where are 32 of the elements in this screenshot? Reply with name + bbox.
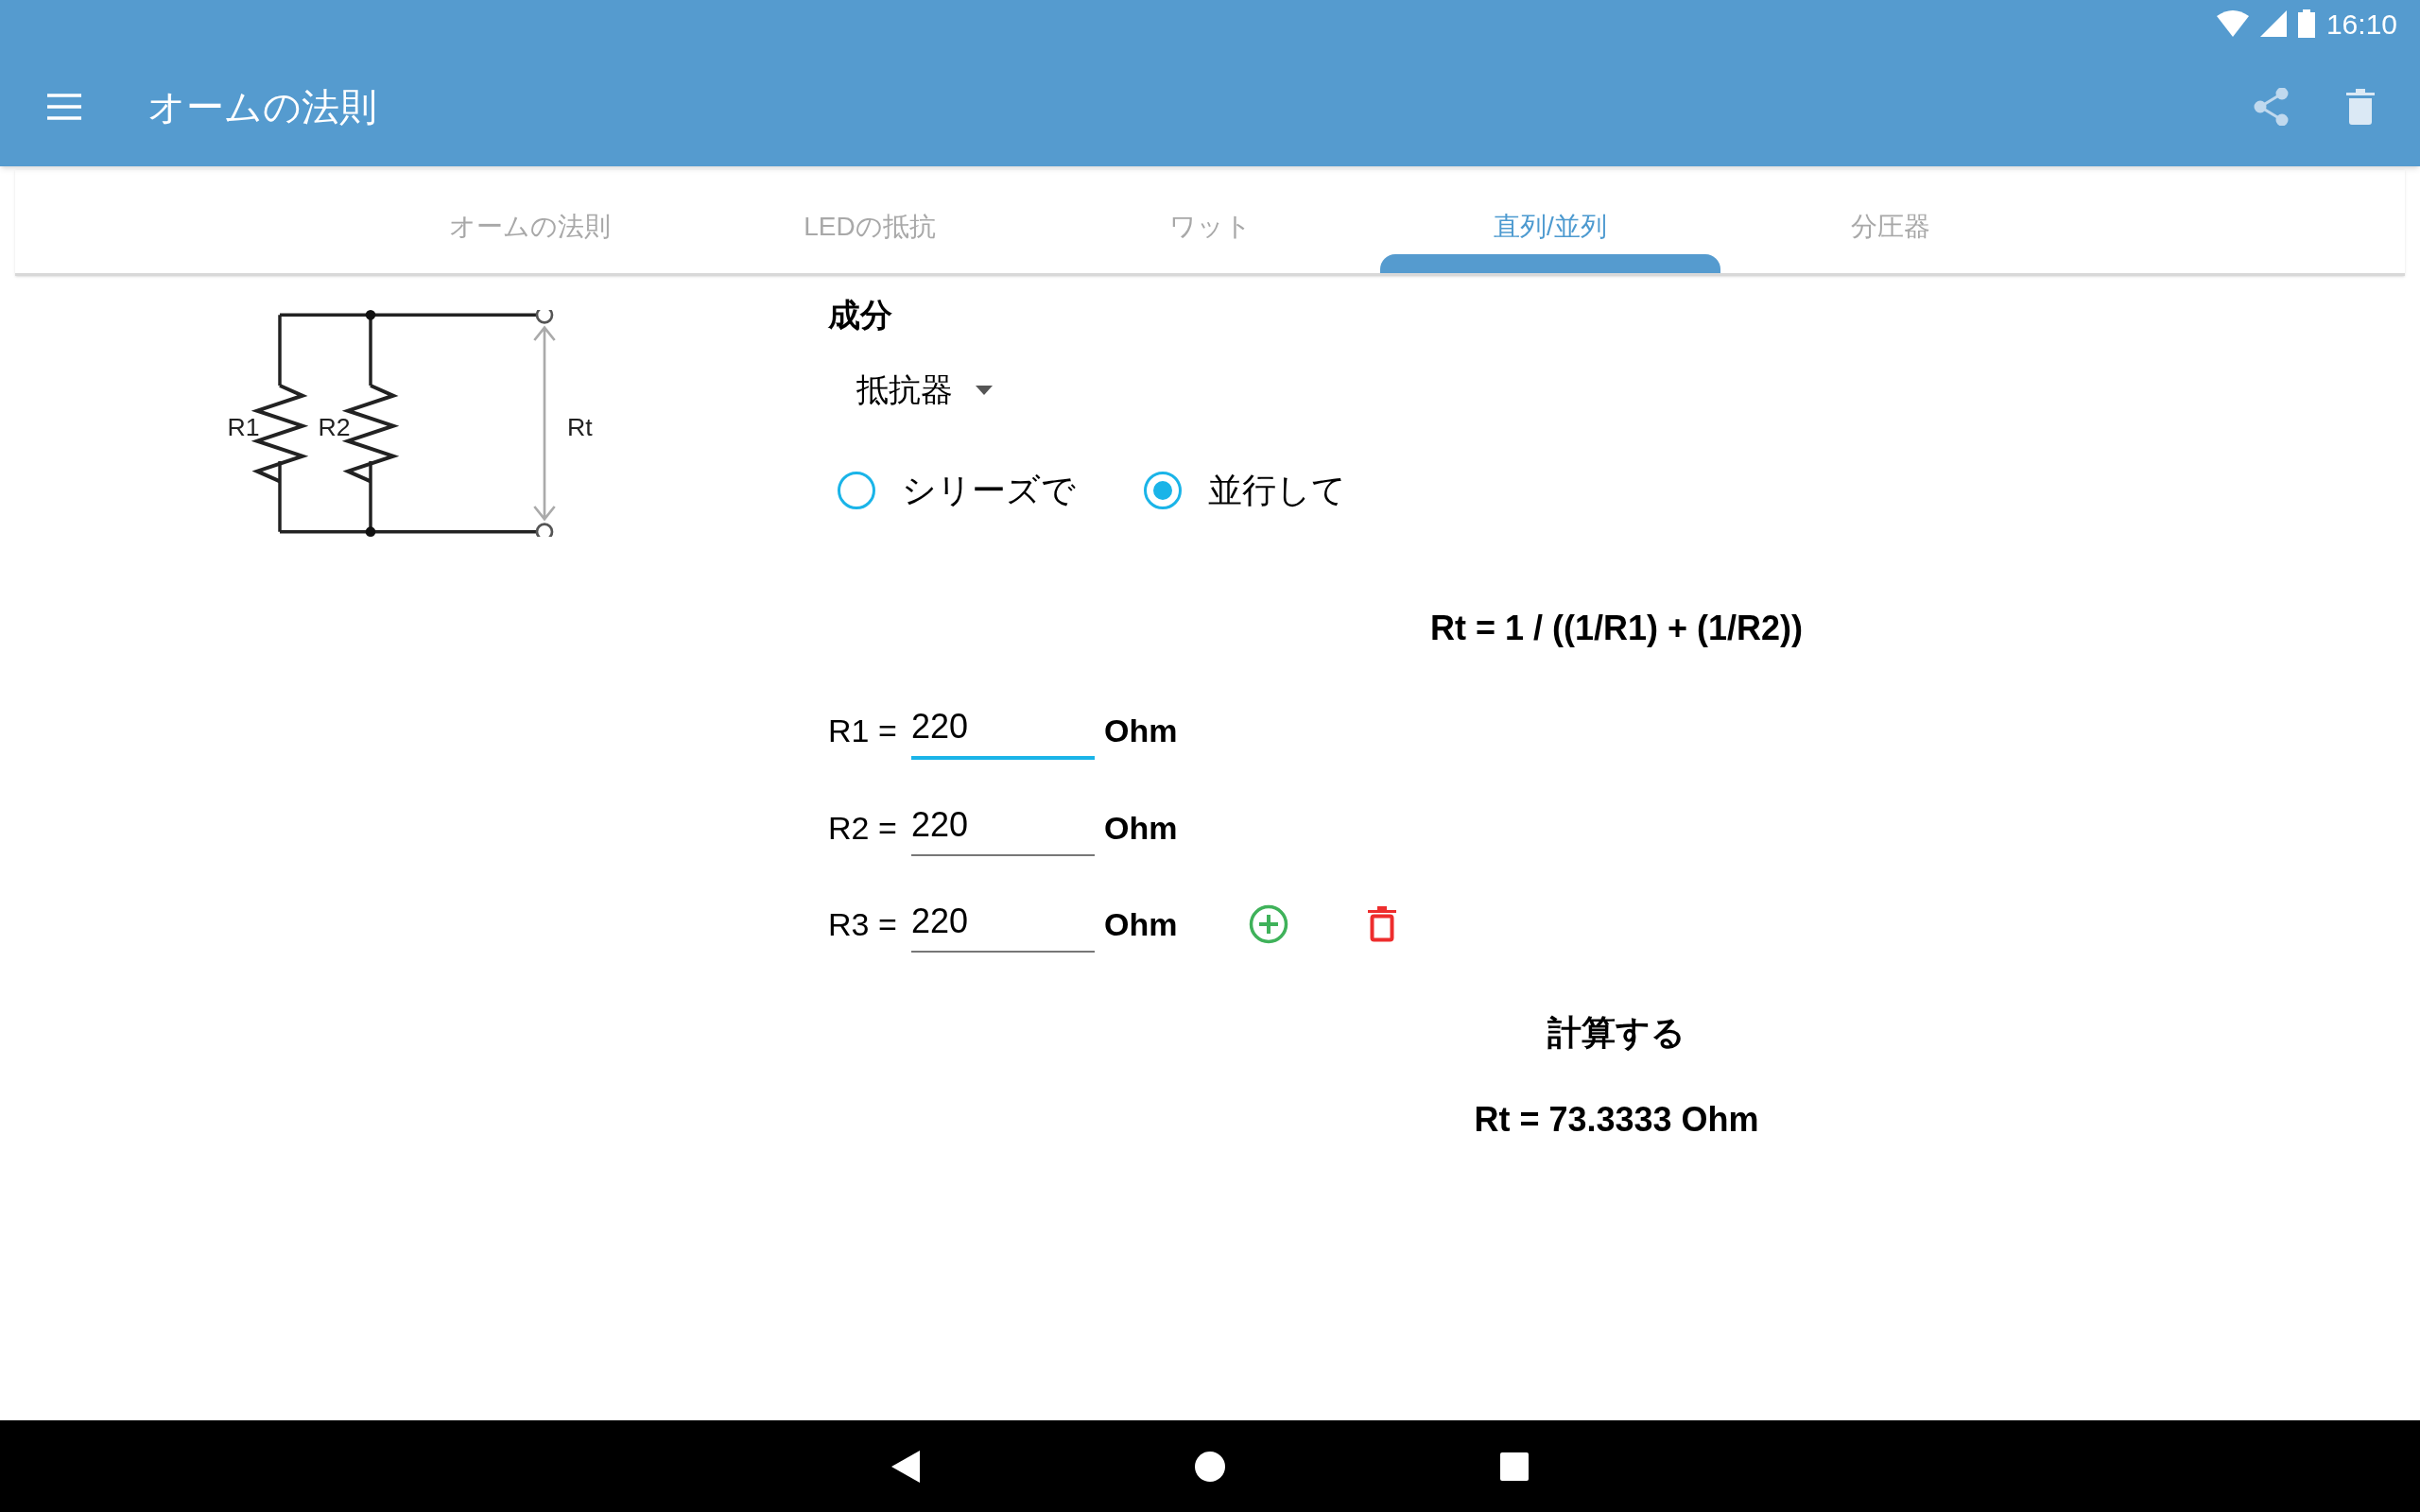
radio-option[interactable]: シリーズで bbox=[838, 465, 1076, 516]
battery-icon bbox=[2297, 9, 2315, 38]
radio-option[interactable]: 並行して bbox=[1144, 465, 1346, 516]
resistor-label: R2 = bbox=[828, 808, 898, 848]
recent-apps-icon[interactable] bbox=[1500, 1452, 1529, 1481]
signal-icon bbox=[2259, 10, 2287, 37]
home-icon[interactable] bbox=[1194, 1450, 1226, 1483]
formula-text: Rt = 1 / ((1/R1) + (1/R2)) bbox=[1429, 608, 1804, 649]
unit-label: Ohm bbox=[1104, 808, 1178, 848]
result-text: Rt = 73.3333 Ohm bbox=[1474, 1099, 1759, 1141]
app-title: オームの法則 bbox=[147, 85, 377, 129]
component-dropdown[interactable]: 抵抗器 bbox=[856, 366, 993, 414]
resistor-label: R1 bbox=[227, 413, 260, 442]
wifi-icon bbox=[2216, 10, 2249, 37]
unit-label: Ohm bbox=[1104, 904, 1178, 944]
total-resistance-label: Rt bbox=[567, 413, 593, 442]
resistance-input[interactable]: 220 bbox=[911, 896, 1095, 953]
section-label: 成分 bbox=[828, 296, 893, 335]
resistance-input[interactable]: 220 bbox=[911, 701, 1095, 760]
resistor-label: R3 = bbox=[828, 904, 898, 944]
calculate-button[interactable]: 計算する bbox=[1532, 1000, 1701, 1066]
resistor-label: R1 = bbox=[828, 711, 898, 750]
delete-icon[interactable] bbox=[2346, 89, 2375, 125]
status-time: 16:10 bbox=[2325, 7, 2397, 42]
dropdown-caret-icon bbox=[976, 385, 993, 395]
menu-icon[interactable] bbox=[45, 93, 83, 121]
unit-label: Ohm bbox=[1104, 711, 1178, 750]
resistance-input[interactable]: 220 bbox=[911, 799, 1095, 856]
add-icon[interactable] bbox=[1249, 904, 1289, 944]
delete-icon[interactable] bbox=[1368, 906, 1397, 942]
resistor-label: R2 bbox=[318, 413, 351, 442]
back-icon[interactable] bbox=[891, 1450, 920, 1483]
